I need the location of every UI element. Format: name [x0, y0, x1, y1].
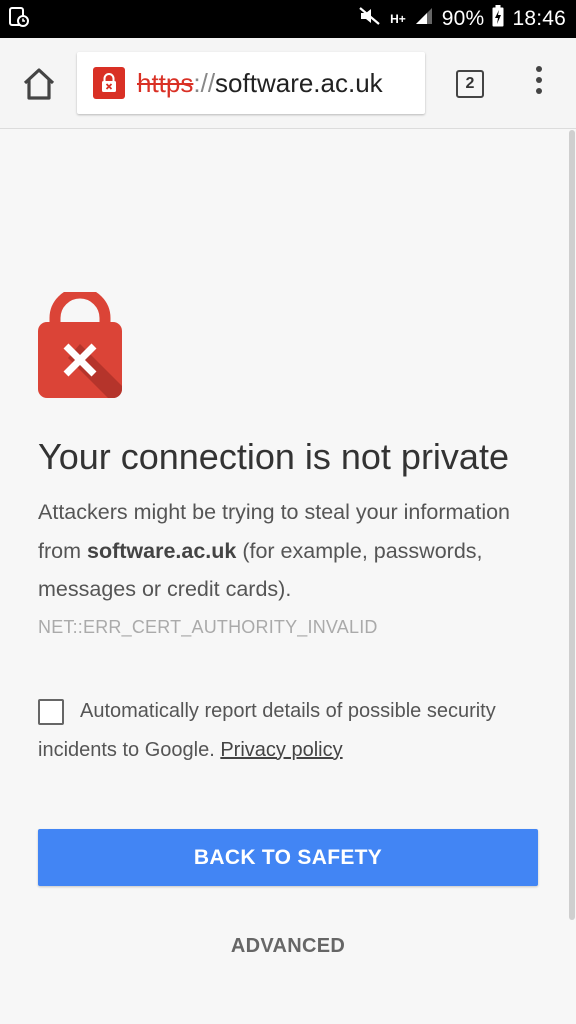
battery-charging-icon	[492, 5, 504, 33]
url-separator: ://	[193, 67, 216, 98]
broken-lock-icon	[38, 287, 122, 398]
clock: 18:46	[512, 7, 566, 30]
page-title: Your connection is not private	[38, 436, 509, 477]
screenshot-icon	[8, 6, 30, 33]
url-text[interactable]: https://software.ac.uk	[137, 68, 383, 99]
lock-error-icon[interactable]	[93, 67, 125, 99]
tab-switcher-icon[interactable]: 2	[456, 70, 484, 98]
home-button[interactable]	[20, 65, 58, 103]
battery-percent: 90%	[441, 7, 485, 30]
privacy-policy-link[interactable]: Privacy policy	[220, 739, 342, 761]
url-scheme: https	[137, 67, 194, 98]
mute-icon	[358, 5, 382, 33]
browser-toolbar: https://software.ac.uk 2	[0, 38, 576, 129]
url-host: software.ac.uk	[215, 67, 383, 98]
error-code: NET::ERR_CERT_AUTHORITY_INVALID	[38, 617, 378, 637]
url-bar[interactable]: https://software.ac.uk	[77, 52, 425, 114]
network-type: H+	[390, 11, 406, 26]
advanced-button[interactable]: ADVANCED	[188, 928, 388, 964]
scrollbar[interactable]	[569, 130, 575, 920]
signal-icon	[414, 6, 434, 32]
report-label: Automatically report details of possible…	[38, 692, 538, 769]
overflow-menu-icon[interactable]	[532, 66, 546, 102]
tab-count: 2	[465, 75, 475, 92]
back-to-safety-button[interactable]: BACK TO SAFETY	[38, 829, 538, 886]
warning-host: software.ac.uk	[86, 538, 237, 563]
home-icon	[20, 68, 58, 107]
warning-description: Attackers might be trying to steal your …	[38, 493, 538, 609]
status-bar: H+ 90% 18:46	[0, 0, 576, 38]
